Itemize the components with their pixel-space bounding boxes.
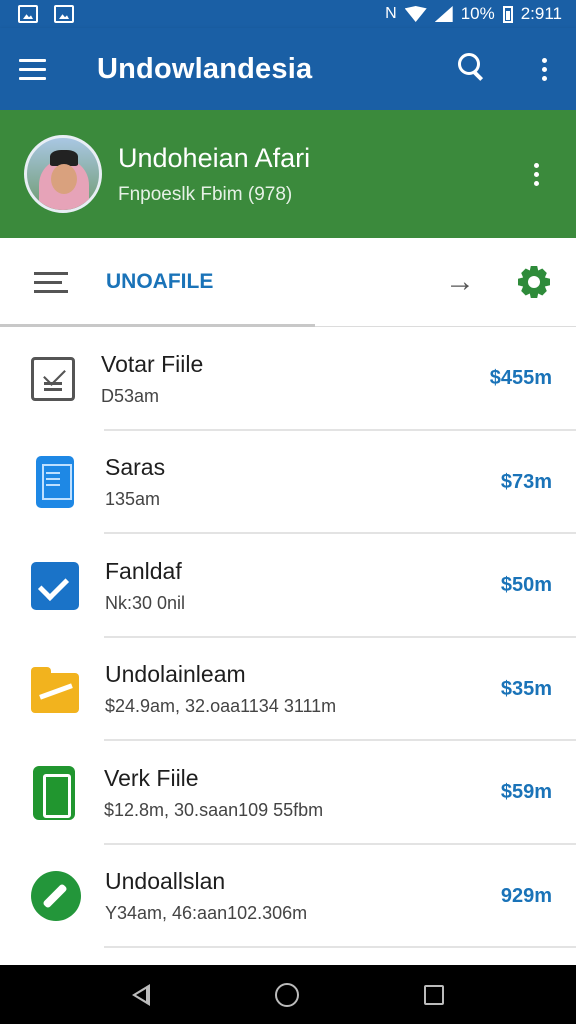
profile-subtitle: Fnpoeslk Fbim (978) [118, 183, 293, 205]
system-nav-bar [0, 965, 576, 1024]
gear-icon[interactable] [514, 262, 554, 302]
back-icon[interactable] [132, 983, 151, 1006]
tablet-icon [36, 456, 74, 509]
sort-icon[interactable] [34, 262, 74, 302]
overflow-menu-icon[interactable] [524, 49, 564, 89]
menu-icon[interactable] [19, 49, 59, 89]
list-item-subtitle: $24.9am, 32.oaa1134 3111m [105, 696, 337, 717]
list-item-value: $455m [489, 367, 552, 390]
list-item-subtitle: Nk:30 0nil [105, 592, 186, 613]
mail-icon [31, 356, 75, 401]
checkbox-icon [31, 561, 79, 610]
list-item-value: $59m [500, 781, 552, 804]
app-title: Undowlandesia [97, 52, 313, 85]
pen-icon [31, 871, 81, 922]
battery-icon [502, 5, 513, 23]
recent-apps-icon[interactable] [423, 984, 444, 1005]
wifi-icon [404, 6, 427, 22]
search-icon[interactable] [454, 49, 494, 89]
avatar[interactable] [24, 135, 102, 213]
list-item[interactable]: Votar Fiile D53am $455m [0, 327, 576, 431]
battery-percent: 10% [460, 4, 495, 23]
nfc-icon: N [385, 5, 397, 22]
signal-icon [434, 6, 453, 22]
list-item-title: Undoallslan [105, 868, 226, 895]
list-item[interactable]: Undolainleam $24.9am, 32.oaa1134 3111m $… [0, 638, 576, 742]
folder-icon [31, 667, 79, 714]
list-item-value: 929m [500, 884, 552, 907]
list-item-title: Saras [105, 454, 166, 481]
arrow-right-icon[interactable]: → [440, 265, 480, 299]
gallery-notification-icon [18, 5, 38, 23]
tab-label[interactable]: UNOAFILE [106, 270, 213, 294]
profile-header: Undoheian Afari Fnpoeslk Fbim (978) [0, 110, 576, 238]
profile-more-icon[interactable] [526, 154, 546, 194]
home-icon[interactable] [274, 982, 299, 1007]
list-item-subtitle: D53am [101, 385, 160, 406]
clock: 2:911 [520, 4, 562, 23]
list-item-title: Fanldaf [105, 557, 182, 584]
list-toolbar: UNOAFILE → [0, 238, 576, 327]
list-item[interactable]: Undoallslan Y34am, 46:aan102.306m 929m [0, 845, 576, 949]
list-item-subtitle: 135am [105, 489, 161, 510]
list-item[interactable]: Saras 135am $73m [0, 431, 576, 535]
list-item-title: Verk Fiile [104, 764, 199, 791]
list-item-value: $73m [500, 470, 552, 493]
list-item[interactable]: Verk Fiile $12.8m, 30.saan109 55fbm $59m [0, 741, 576, 845]
image-notification-icon [54, 5, 74, 23]
list-item-title: Votar Fiile [101, 350, 204, 377]
list-item-subtitle: $12.8m, 30.saan109 55fbm [104, 799, 324, 820]
status-bar: N 10% 2:911 [0, 0, 576, 28]
list-item-value: $35m [500, 677, 552, 700]
list-item-title: Undolainleam [105, 661, 246, 688]
phone-icon [33, 765, 75, 820]
list-item-value: $50m [500, 574, 552, 597]
file-list-card: UNOAFILE → Votar Fiile D53am $455m Saras… [0, 238, 576, 965]
profile-name: Undoheian Afari [118, 142, 311, 173]
list-item[interactable]: Fanldaf Nk:30 0nil $50m [0, 534, 576, 638]
app-bar: Undowlandesia [0, 28, 576, 110]
list-item-subtitle: Y34am, 46:aan102.306m [105, 903, 308, 924]
